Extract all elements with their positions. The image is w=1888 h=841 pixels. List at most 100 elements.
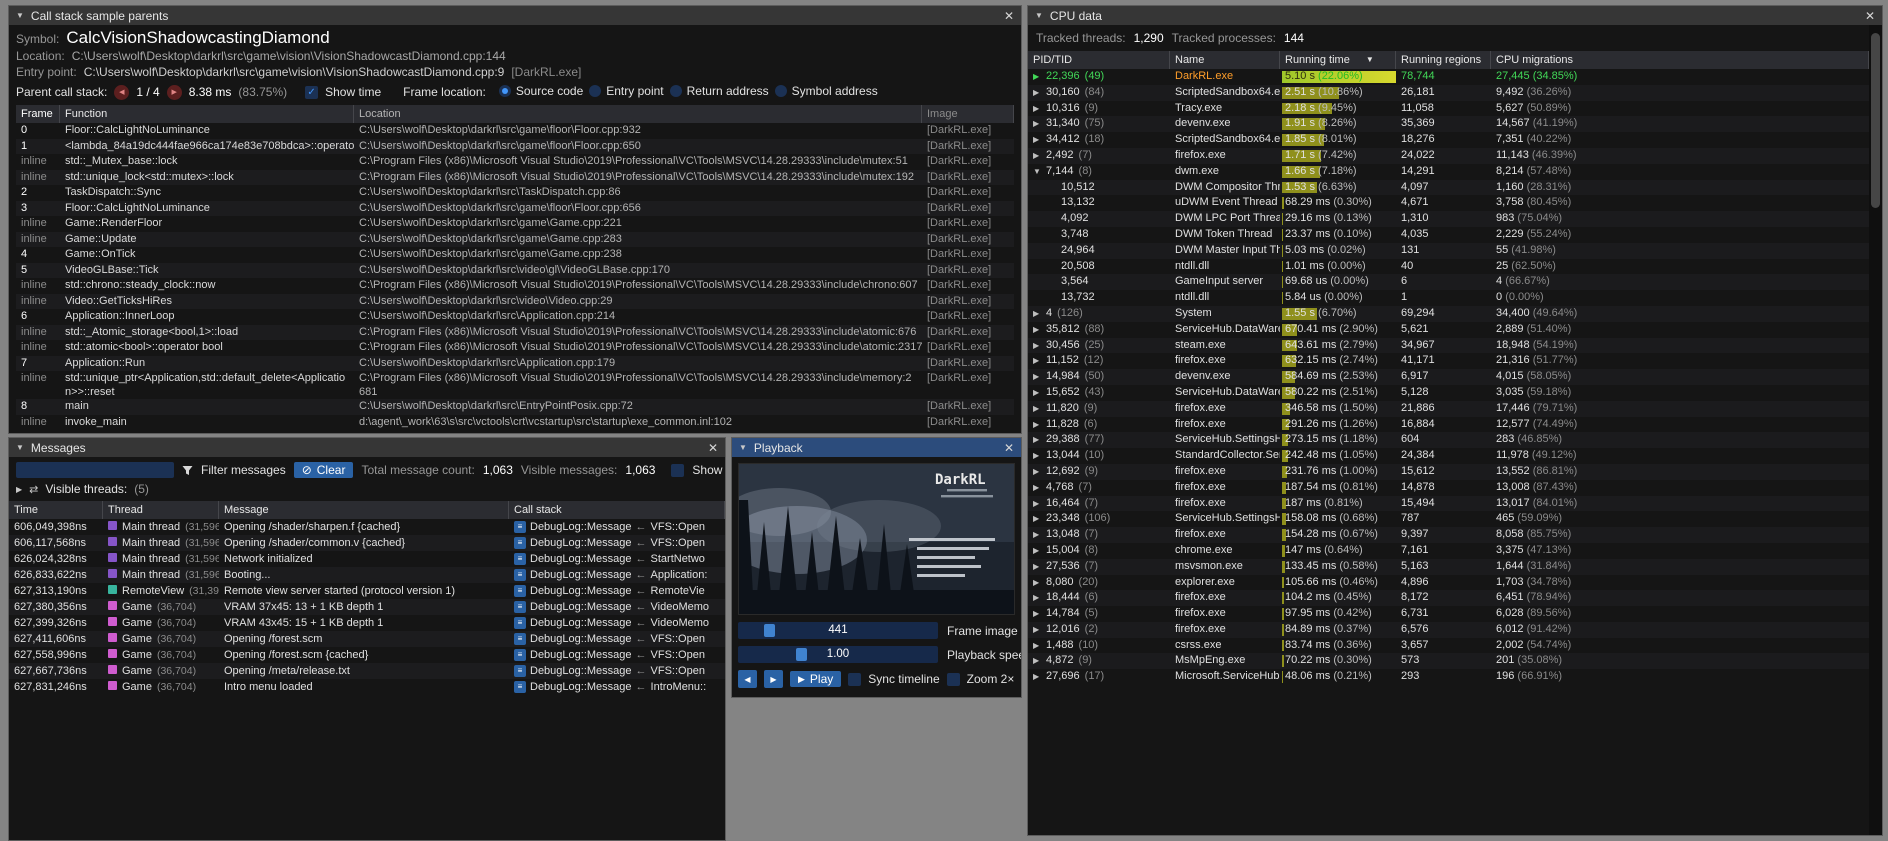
callstack-row[interactable]: inlineVideo::GetTicksHiResC:\Users\wolf\… (16, 294, 1014, 310)
cpu-process-row[interactable]: 3,564GameInput server69.68 us (0.00%)64 … (1028, 274, 1869, 290)
frame-location-radio-option[interactable]: Symbol address (775, 84, 878, 98)
callstack-icon[interactable]: ≡ (514, 553, 526, 565)
expand-arrow-icon[interactable]: ▶ (1033, 622, 1046, 638)
cpu-process-row[interactable]: 13,132uDWM Event Thread68.29 ms (0.30%)4… (1028, 195, 1869, 211)
message-row[interactable]: 627,558,996nsGame(36,704)Opening /forest… (9, 647, 725, 663)
message-row[interactable]: 627,667,736nsGame(36,704)Opening /meta/r… (9, 663, 725, 679)
close-icon[interactable]: ✕ (1865, 9, 1875, 23)
callstack-row[interactable]: inlineGame::RenderFloorC:\Users\wolf\Des… (16, 216, 1014, 232)
expand-arrow-icon[interactable]: ▶ (1033, 653, 1046, 669)
message-row[interactable]: 626,024,328nsMain thread(31,596)Network … (9, 551, 725, 567)
callstack-icon[interactable]: ≡ (514, 585, 526, 597)
callstack-row[interactable]: 7Application::RunC:\Users\wolf\Desktop\d… (16, 356, 1014, 372)
callstack-row[interactable]: 1<lambda_84a19dc444fae966ca174e83e708bdc… (16, 139, 1014, 155)
clear-button[interactable]: ⊘ Clear (294, 462, 354, 478)
show-frame-checkbox[interactable] (671, 464, 684, 477)
expand-arrow-icon[interactable]: ▶ (1033, 353, 1046, 369)
expand-arrow-icon[interactable]: ▶ (1033, 669, 1046, 685)
cpu-process-row[interactable]: ▶11,828(6)firefox.exe291.26 ms (1.26%)16… (1028, 417, 1869, 433)
expand-arrow-icon[interactable]: ▶ (1033, 369, 1046, 385)
message-row[interactable]: 626,833,622nsMain thread(31,596)Booting.… (9, 567, 725, 583)
cpu-process-row[interactable]: ▶27,696(17)Microsoft.ServiceHub.Co48.06 … (1028, 669, 1869, 685)
callstack-icon[interactable]: ≡ (514, 537, 526, 549)
cpu-scrollbar-thumb[interactable] (1871, 33, 1880, 208)
cpu-process-row[interactable]: ▶1,488(10)csrss.exe83.74 ms (0.36%)3,657… (1028, 638, 1869, 654)
callstack-icon[interactable]: ≡ (514, 681, 526, 693)
playback-speed-slider[interactable]: 1.00 (738, 646, 938, 663)
column-header-running-time[interactable]: Running time ▼ (1280, 51, 1396, 69)
callstack-row[interactable]: 2TaskDispatch::SyncC:\Users\wolf\Desktop… (16, 185, 1014, 201)
callstack-row[interactable]: 6Application::InnerLoopC:\Users\wolf\Des… (16, 309, 1014, 325)
expand-arrow-icon[interactable]: ▶ (1033, 385, 1046, 401)
expand-arrow-icon[interactable]: ▶ (1033, 101, 1046, 117)
callstack-row[interactable]: inlinestd::chrono::steady_clock::nowC:\P… (16, 278, 1014, 294)
callstack-row[interactable]: 0Floor::CalcLightNoLuminanceC:\Users\wol… (16, 123, 1014, 139)
cpu-process-row[interactable]: ▶2,492(7)firefox.exe1.71 s (7.42%)24,022… (1028, 148, 1869, 164)
column-header-location[interactable]: Location (354, 105, 922, 123)
cpu-process-row[interactable]: ▶16,464(7)firefox.exe187 ms (0.81%)15,49… (1028, 496, 1869, 512)
close-icon[interactable]: ✕ (1004, 441, 1014, 455)
radio-icon[interactable] (499, 85, 511, 97)
callstack-icon[interactable]: ≡ (514, 569, 526, 581)
cpu-process-row[interactable]: ▶14,984(50)devenv.exe584.69 ms (2.53%)6,… (1028, 369, 1869, 385)
callstack-row[interactable]: inlinestd::atomic<bool>::operator boolC:… (16, 340, 1014, 356)
expand-arrow-icon[interactable]: ▶ (1033, 116, 1046, 132)
radio-icon[interactable] (589, 85, 601, 97)
callstack-icon[interactable]: ≡ (514, 633, 526, 645)
expand-arrow-icon[interactable]: ▶ (1033, 322, 1046, 338)
callstack-icon[interactable]: ≡ (514, 521, 526, 533)
frame-location-radio-option[interactable]: Return address (670, 84, 769, 98)
message-row[interactable]: 627,380,356nsGame(36,704)VRAM 37x45: 13 … (9, 599, 725, 615)
frame-image-slider[interactable]: 441 (738, 622, 938, 639)
callstack-row[interactable]: inlinestd::unique_lock<std::mutex>::lock… (16, 170, 1014, 186)
cpu-process-row[interactable]: ▶4,768(7)firefox.exe187.54 ms (0.81%)14,… (1028, 480, 1869, 496)
cpu-process-row[interactable]: 4,092DWM LPC Port Thread29.16 ms (0.13%)… (1028, 211, 1869, 227)
column-header-function[interactable]: Function (60, 105, 354, 123)
expand-arrow-icon[interactable]: ▶ (1033, 496, 1046, 512)
cpu-process-row[interactable]: ▼7,144(8)dwm.exe1.66 s (7.18%)14,2918,21… (1028, 164, 1869, 180)
expand-arrow-icon[interactable]: ▶ (1033, 464, 1046, 480)
cpu-process-row[interactable]: ▶31,340(75)devenv.exe1.91 s (8.26%)35,36… (1028, 116, 1869, 132)
cpu-process-row[interactable]: ▶15,652(43)ServiceHub.DataWarehou580.22 … (1028, 385, 1869, 401)
next-frame-button[interactable]: ▶ (764, 670, 783, 688)
previous-frame-button[interactable]: ◀ (738, 670, 757, 688)
expand-arrow-icon[interactable]: ▶ (1033, 148, 1046, 164)
column-header-pid-tid[interactable]: PID/TID (1028, 51, 1170, 69)
cpu-process-row[interactable]: ▶35,812(88)ServiceHub.DataWarehou670.41 … (1028, 322, 1869, 338)
message-row[interactable]: 606,049,398nsMain thread(31,596)Opening … (9, 519, 725, 535)
zoom-2x-checkbox[interactable] (947, 673, 960, 686)
column-header-frame[interactable]: Frame (16, 105, 60, 123)
cpu-process-row[interactable]: ▶27,536(7)msvsmon.exe133.45 ms (0.58%)5,… (1028, 559, 1869, 575)
cpu-process-row[interactable]: ▶4(126)System1.55 s (6.70%)69,29434,400 … (1028, 306, 1869, 322)
cpu-process-row[interactable]: ▶13,044(10)StandardCollector.Servic242.4… (1028, 448, 1869, 464)
column-header-call-stack[interactable]: Call stack (509, 501, 725, 519)
expand-arrow-icon[interactable]: ▶ (1033, 417, 1046, 433)
callstack-row[interactable]: inlinestd::_Mutex_base::lockC:\Program F… (16, 154, 1014, 170)
cpu-process-row[interactable]: ▶8,080(20)explorer.exe105.66 ms (0.46%)4… (1028, 575, 1869, 591)
cpu-process-row[interactable]: 3,748DWM Token Thread23.37 ms (0.10%)4,0… (1028, 227, 1869, 243)
expand-arrow-icon[interactable]: ▶ (1033, 338, 1046, 354)
filter-input[interactable] (16, 462, 174, 478)
column-header-image[interactable]: Image (922, 105, 1014, 123)
expand-arrow-icon[interactable]: ▶ (1033, 559, 1046, 575)
callstack-row[interactable]: inlinestd::unique_ptr<Application,std::d… (16, 371, 1014, 399)
expand-arrow-icon[interactable]: ▶ (1033, 448, 1046, 464)
cpu-process-row[interactable]: ▶12,692(9)firefox.exe231.76 ms (1.00%)15… (1028, 464, 1869, 480)
cpu-process-row[interactable]: ▶30,456(25)steam.exe643.61 ms (2.79%)34,… (1028, 338, 1869, 354)
cpu-process-row[interactable]: ▶14,784(5)firefox.exe97.95 ms (0.42%)6,7… (1028, 606, 1869, 622)
expand-arrow-icon[interactable]: ▶ (1033, 590, 1046, 606)
cpu-process-row[interactable]: ▶11,152(12)firefox.exe632.15 ms (2.74%)4… (1028, 353, 1869, 369)
cpu-process-row[interactable]: ▶23,348(106)ServiceHub.SettingsHost158.0… (1028, 511, 1869, 527)
radio-icon[interactable] (670, 85, 682, 97)
callstack-row[interactable]: 4Game::OnTickC:\Users\wolf\Desktop\darkr… (16, 247, 1014, 263)
radio-icon[interactable] (775, 85, 787, 97)
expand-arrow-icon[interactable]: ▶ (1033, 575, 1046, 591)
expand-arrow-icon[interactable]: ▶ (1033, 511, 1046, 527)
column-header-running-regions[interactable]: Running regions (1396, 51, 1491, 69)
cpu-process-row[interactable]: 20,508ntdll.dll1.01 ms (0.00%)4025 (62.5… (1028, 259, 1869, 275)
close-icon[interactable]: ✕ (708, 441, 718, 455)
expand-arrow-icon[interactable]: ▶ (1033, 480, 1046, 496)
cpu-process-row[interactable]: ▶22,396(49)DarkRL.exe5.10 s (22.06%)78,7… (1028, 69, 1869, 85)
expand-arrow-icon[interactable]: ▶ (1033, 69, 1046, 85)
cpu-process-row[interactable]: ▶11,820(9)firefox.exe346.58 ms (1.50%)21… (1028, 401, 1869, 417)
